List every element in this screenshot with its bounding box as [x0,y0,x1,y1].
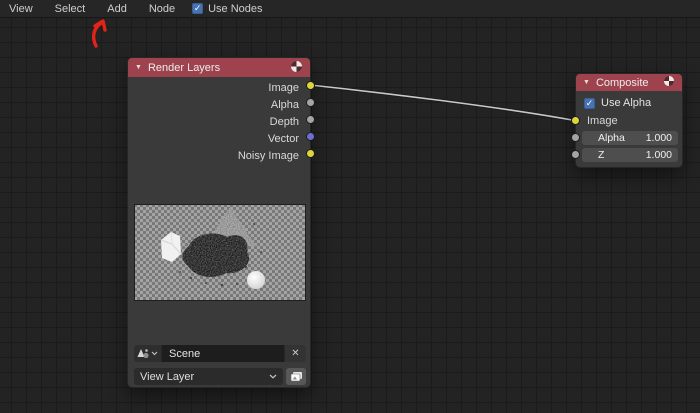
z-field-label: Z [598,149,605,161]
node-title: Render Layers [147,61,221,74]
node-link[interactable] [309,84,573,121]
output-row: Image [128,79,310,96]
scene-browse-button[interactable] [134,345,161,362]
menu-select[interactable]: Select [44,0,97,18]
editor-menu-bar: View Select Add Node ✓ Use Nodes [0,0,700,18]
use-nodes-checkbox[interactable]: ✓ [192,3,204,14]
view-layer-value: View Layer [140,370,195,383]
collapse-triangle-icon[interactable]: ▼ [583,79,590,86]
socket-output-depth[interactable] [306,115,315,124]
output-label-depth: Depth [269,115,299,128]
output-row: Alpha [128,96,310,113]
render-layers-node[interactable]: ▼ Render Layers Image Alpha Depth Vector… [127,57,315,388]
check-icon: ✓ [585,97,594,108]
alpha-number-field[interactable]: Alpha 1.000 [582,131,678,145]
menu-add[interactable]: Add [96,0,138,18]
alpha-field-value: 1.000 [645,132,672,144]
collapse-triangle-icon[interactable]: ▼ [135,64,142,71]
view-layer-dropdown[interactable]: View Layer [134,368,283,385]
socket-output-noisy-image[interactable] [306,149,315,158]
render-layers-header[interactable]: ▼ Render Layers [128,58,310,77]
node-link-layer [309,83,573,122]
output-label-alpha: Alpha [270,98,299,111]
render-preview-image [133,203,307,302]
render-layer-button[interactable] [286,368,306,385]
composite-header[interactable]: ▼ Composite [576,74,682,91]
scene-icon [137,348,149,358]
check-icon: ✓ [193,3,202,13]
use-alpha-checkbox[interactable]: ✓ [584,97,595,109]
menu-node[interactable]: Node [138,0,186,18]
output-row: Noisy Image [128,147,310,164]
alpha-field-label: Alpha [598,132,625,144]
input-row: Image [576,112,682,129]
output-row: Vector [128,130,310,147]
close-icon: ✕ [291,348,300,359]
node-preview-sphere-icon [290,60,303,76]
node-link-outline [309,83,573,122]
node-title: Composite [595,76,649,89]
render-layers-icon [290,371,302,381]
composite-node[interactable]: ▼ Composite ✓ Use Alpha Image Alpha 1.00… [571,73,683,168]
socket-output-image[interactable] [306,81,315,90]
chevron-down-icon [269,374,277,379]
output-row: Depth [128,113,310,130]
scene-name-value: Scene [169,347,201,360]
scene-clear-button[interactable]: ✕ [285,345,306,362]
socket-output-vector[interactable] [306,132,315,141]
socket-input-alpha[interactable] [571,133,580,142]
socket-input-image[interactable] [571,116,580,125]
socket-output-alpha[interactable] [306,98,315,107]
output-label-image: Image [268,81,299,94]
node-preview-sphere-icon [663,75,675,90]
output-label-noisy-image: Noisy Image [237,149,299,162]
z-number-field[interactable]: Z 1.000 [582,148,678,162]
use-nodes-label: Use Nodes [208,2,263,15]
socket-input-z[interactable] [571,150,580,159]
output-label-vector: Vector [267,132,299,145]
z-field-value: 1.000 [645,149,672,161]
scene-name-field[interactable]: Scene [161,345,285,362]
use-alpha-label: Use Alpha [601,97,652,109]
node-editor-canvas[interactable]: ▼ Render Layers Image Alpha Depth Vector… [0,0,700,413]
chevron-down-icon [151,351,158,356]
use-nodes-toggle[interactable]: ✓ Use Nodes [192,2,263,15]
menu-view[interactable]: View [0,0,44,18]
input-label-image: Image [587,114,618,127]
